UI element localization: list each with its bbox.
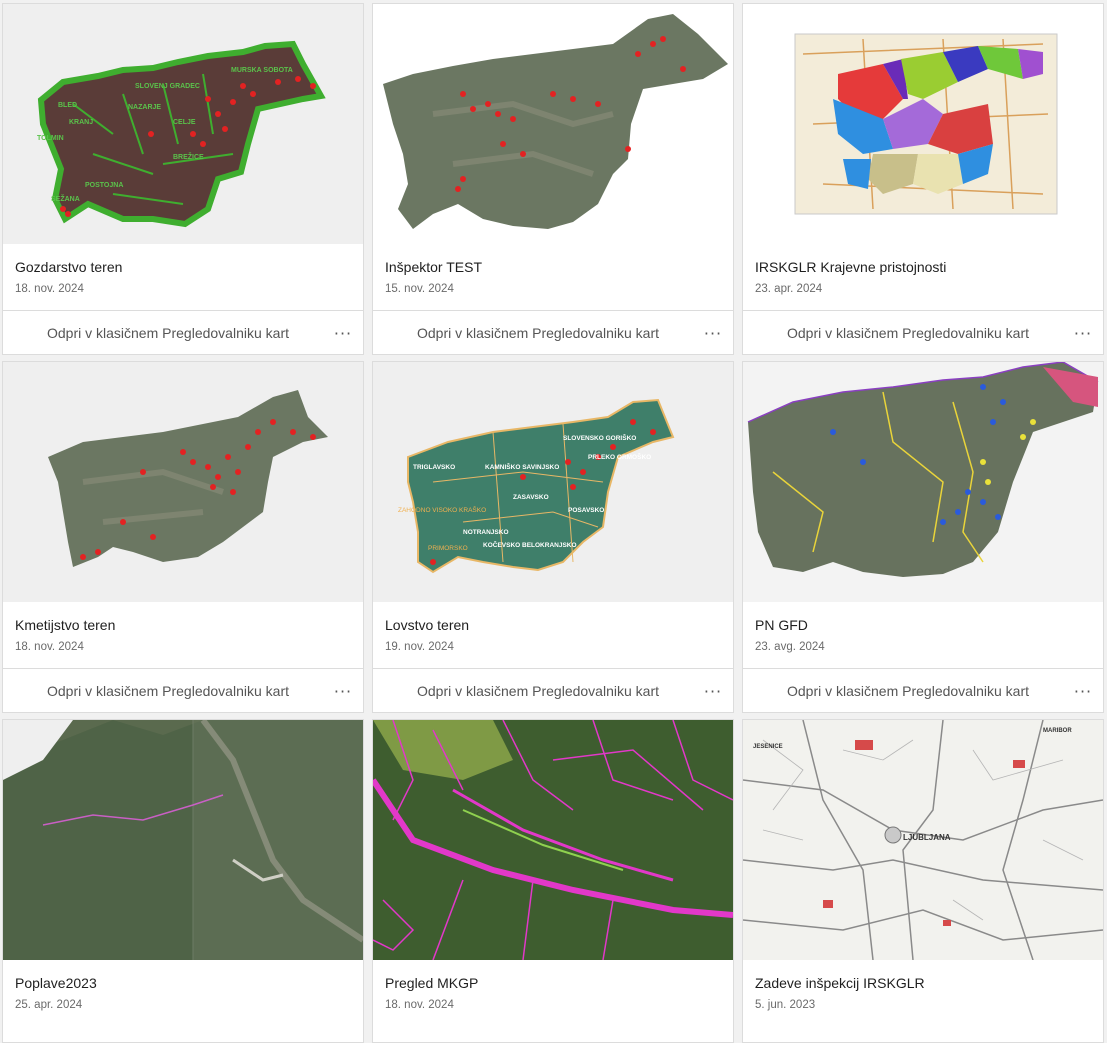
map-label: KRANJ <box>69 119 93 126</box>
map-card[interactable]: IRSKGLR Krajevne pristojnosti 23. apr. 2… <box>742 3 1104 355</box>
satellite-map-points-icon <box>48 390 328 567</box>
map-thumbnail[interactable] <box>373 720 733 960</box>
card-title[interactable]: PN GFD <box>755 616 1091 634</box>
map-label: POSAVSKO <box>568 507 604 514</box>
map-card[interactable]: Pregled MKGP 18. nov. 2024 <box>372 719 734 1043</box>
card-date: 23. apr. 2024 <box>755 283 823 295</box>
map-card[interactable]: Poplave2023 25. apr. 2024 <box>2 719 364 1043</box>
map-label: SLOVENSKO GORIŠKO <box>563 433 636 442</box>
card-date: 15. nov. 2024 <box>385 283 454 295</box>
map-label: ZASAVSKO <box>513 494 549 501</box>
aerial-imagery-icon <box>3 720 363 960</box>
more-options-icon[interactable]: ··· <box>1063 324 1103 343</box>
map-card[interactable]: Kmetijstvo teren 18. nov. 2024 Odpri v k… <box>2 361 364 713</box>
more-options-icon[interactable]: ··· <box>323 324 363 343</box>
map-label: KOČEVSKO BELOKRANJSKO <box>483 540 577 549</box>
more-options-icon[interactable]: ··· <box>1063 682 1103 701</box>
card-footer: Odpri v klasičnem Pregledovalniku kart ·… <box>373 668 733 712</box>
card-footer: Odpri v klasičnem Pregledovalniku kart ·… <box>373 310 733 354</box>
jurisdiction-map-icon <box>794 33 1058 215</box>
map-thumbnail[interactable] <box>3 720 363 960</box>
map-label: TOLMIN <box>37 135 64 142</box>
card-date: 18. nov. 2024 <box>15 641 84 653</box>
card-title[interactable]: Kmetijstvo teren <box>15 616 351 634</box>
card-footer: Odpri v klasičnem Pregledovalniku kart ·… <box>743 310 1103 354</box>
map-label: ZAHODNO VISOKO KRAŠKO <box>398 505 486 514</box>
road-map-icon: LJUBLJANA MARIBOR JESENICE <box>743 720 1103 960</box>
map-label: NAZARJE <box>128 104 161 111</box>
card-date: 18. nov. 2024 <box>15 283 84 295</box>
map-label: SEŽANA <box>51 194 80 203</box>
map-card[interactable]: LJUBLJANA MARIBOR JESENICE Zadeve inšpek… <box>742 719 1104 1043</box>
card-date: 5. jun. 2023 <box>755 999 816 1011</box>
map-label: POSTOJNA <box>85 182 123 189</box>
open-in-classic-viewer-button[interactable]: Odpri v klasičnem Pregledovalniku kart <box>3 325 323 341</box>
open-in-classic-viewer-button[interactable]: Odpri v klasičnem Pregledovalniku kart <box>373 325 693 341</box>
satellite-map-zones-icon <box>747 362 1099 577</box>
more-options-icon[interactable]: ··· <box>693 682 733 701</box>
card-title[interactable]: Poplave2023 <box>15 974 351 992</box>
map-thumbnail[interactable]: LJUBLJANA MARIBOR JESENICE <box>743 720 1103 960</box>
map-thumbnail[interactable]: SLOVENSKO GORIŠKO TRIGLAVSKO KAMNIŠKO SA… <box>373 362 733 602</box>
map-card-grid: SLOVENJ GRADEC MURSKA SOBOTA BLED NAZARJ… <box>0 0 1107 1043</box>
card-date: 23. avg. 2024 <box>755 641 825 653</box>
map-card[interactable]: SLOVENSKO GORIŠKO TRIGLAVSKO KAMNIŠKO SA… <box>372 361 734 713</box>
card-title[interactable]: Lovstvo teren <box>385 616 721 634</box>
satellite-map-points-icon <box>383 14 728 229</box>
map-thumbnail[interactable] <box>743 4 1103 244</box>
map-thumbnail[interactable] <box>373 4 733 244</box>
card-footer: Odpri v klasičnem Pregledovalniku kart ·… <box>3 310 363 354</box>
map-thumbnail[interactable]: SLOVENJ GRADEC MURSKA SOBOTA BLED NAZARJ… <box>3 4 363 244</box>
aerial-parcels-icon <box>373 720 733 960</box>
map-label: BREŽICE <box>173 152 204 161</box>
card-date: 19. nov. 2024 <box>385 641 454 653</box>
map-thumbnail[interactable] <box>3 362 363 602</box>
map-label: MURSKA SOBOTA <box>231 67 293 74</box>
map-label: NOTRANJSKO <box>463 529 509 536</box>
forest-districts-map-icon: SLOVENJ GRADEC MURSKA SOBOTA BLED NAZARJ… <box>37 40 326 228</box>
map-card[interactable]: SLOVENJ GRADEC MURSKA SOBOTA BLED NAZARJ… <box>2 3 364 355</box>
map-label: PRLEKO ORMOŠKO <box>588 452 651 461</box>
hunting-regions-map-icon: SLOVENSKO GORIŠKO TRIGLAVSKO KAMNIŠKO SA… <box>398 398 675 574</box>
card-title[interactable]: Pregled MKGP <box>385 974 721 992</box>
card-footer: Odpri v klasičnem Pregledovalniku kart ·… <box>3 668 363 712</box>
more-options-icon[interactable]: ··· <box>323 682 363 701</box>
map-label: BLED <box>58 102 77 109</box>
map-label: MARIBOR <box>1043 728 1072 734</box>
card-title[interactable]: Inšpektor TEST <box>385 258 721 276</box>
card-footer: Odpri v klasičnem Pregledovalniku kart ·… <box>743 668 1103 712</box>
map-label: JESENICE <box>753 744 783 750</box>
card-title[interactable]: Zadeve inšpekcij IRSKGLR <box>755 974 1091 992</box>
open-in-classic-viewer-button[interactable]: Odpri v klasičnem Pregledovalniku kart <box>743 325 1063 341</box>
card-title[interactable]: IRSKGLR Krajevne pristojnosti <box>755 258 1091 276</box>
card-date: 18. nov. 2024 <box>385 999 454 1011</box>
map-label: LJUBLJANA <box>903 833 951 842</box>
map-label: SLOVENJ GRADEC <box>135 83 200 90</box>
card-date: 25. apr. 2024 <box>15 999 83 1011</box>
map-card[interactable]: PN GFD 23. avg. 2024 Odpri v klasičnem P… <box>742 361 1104 713</box>
map-label: TRIGLAVSKO <box>413 464 455 471</box>
map-label: KAMNIŠKO SAVINJSKO <box>485 462 559 471</box>
map-label: CELJE <box>173 119 196 126</box>
open-in-classic-viewer-button[interactable]: Odpri v klasičnem Pregledovalniku kart <box>3 683 323 699</box>
map-label: PRIMORSKO <box>428 545 468 552</box>
map-card[interactable]: Inšpektor TEST 15. nov. 2024 Odpri v kla… <box>372 3 734 355</box>
more-options-icon[interactable]: ··· <box>693 324 733 343</box>
open-in-classic-viewer-button[interactable]: Odpri v klasičnem Pregledovalniku kart <box>743 683 1063 699</box>
card-title[interactable]: Gozdarstvo teren <box>15 258 351 276</box>
map-thumbnail[interactable] <box>743 362 1103 602</box>
open-in-classic-viewer-button[interactable]: Odpri v klasičnem Pregledovalniku kart <box>373 683 693 699</box>
